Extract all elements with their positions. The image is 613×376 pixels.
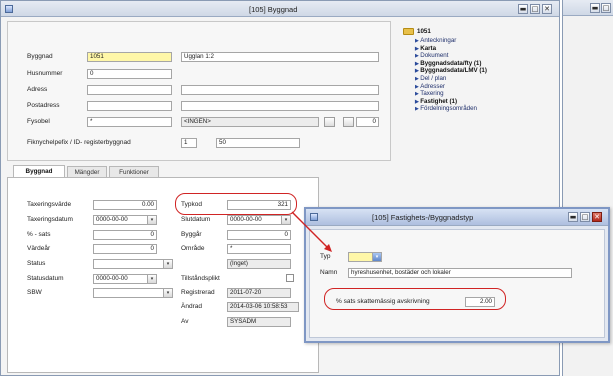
- main-titlebar[interactable]: [105] Byggnad ▬ □ ✕: [1, 1, 559, 17]
- adress-field[interactable]: [87, 85, 172, 95]
- tree-item-label: Karta: [420, 44, 437, 52]
- vardear-label: Värdeår: [27, 245, 51, 252]
- registrerad-label: Registrerad: [181, 289, 215, 296]
- fysobel-label: Fysobel: [27, 118, 50, 125]
- close-icon[interactable]: ✕: [542, 4, 552, 14]
- omrade-label: Område: [181, 245, 205, 252]
- andrad-label: Ändrad: [181, 303, 202, 310]
- slutdatum-value: 0000-00-00: [230, 216, 262, 223]
- typkod-highlight-oval: [175, 193, 297, 215]
- tree-item-label: Byggnadsdata/fty (1): [420, 59, 482, 67]
- fysobel-field[interactable]: *: [87, 117, 172, 127]
- statusdatum-label: Statusdatum: [27, 275, 64, 282]
- status-label: Status: [27, 260, 46, 267]
- minimize-icon[interactable]: ▬: [568, 212, 578, 222]
- adress-label: Adress: [27, 86, 48, 93]
- tree-item-label: Anteckningar: [420, 37, 457, 44]
- fiknr-id-field[interactable]: 50: [216, 138, 300, 148]
- tree-item-label: Byggnadsdata/LMV (1): [420, 67, 487, 75]
- byggnad-label: Byggnad: [27, 53, 53, 60]
- dialog-body: Typ ▾ Namn hyreshusenhet, bostäder och l…: [309, 229, 605, 338]
- maximize-icon[interactable]: □: [580, 212, 590, 222]
- fysobel-clear-button[interactable]: [343, 117, 354, 127]
- sbw-label: SBW: [27, 289, 42, 296]
- tree-item-label: Taxering: [420, 90, 444, 98]
- namn-field[interactable]: hyreshusenhet, bostäder och lokaler: [348, 268, 572, 278]
- vardear-field[interactable]: 0: [93, 244, 157, 254]
- maximize-icon[interactable]: □: [601, 3, 611, 13]
- statusdatum-value: 0000-00-00: [96, 275, 128, 282]
- taxeringsvarde-field[interactable]: 0.00: [93, 200, 157, 210]
- postadress-field-2[interactable]: [181, 101, 379, 111]
- fysobel-name-field: <INGEN>: [181, 117, 319, 127]
- fiknr-prefix-field[interactable]: 1: [181, 138, 197, 148]
- dialog-title: [105] Fastighets-/Byggnadstyp: [372, 213, 474, 222]
- omrade-name-field: (Inget): [227, 259, 291, 269]
- husnummer-label: Husnummer: [27, 70, 63, 77]
- av-label: Av: [181, 318, 189, 325]
- byggnadstyp-dialog: [105] Fastighets-/Byggnadstyp ▬ □ ✕ Typ …: [304, 207, 610, 343]
- sats-highlight-oval: [324, 288, 506, 310]
- tree-item-label: Adresser: [420, 82, 445, 90]
- status-select[interactable]: ▾: [93, 259, 173, 269]
- app-icon: [310, 213, 318, 221]
- slutdatum-picker[interactable]: 0000-00-00 ▾: [227, 215, 291, 225]
- sbw-select[interactable]: ▾: [93, 288, 173, 298]
- fysobel-lookup-button[interactable]: [324, 117, 335, 127]
- dropdown-arrow-icon[interactable]: ▾: [163, 289, 172, 297]
- app-icon: [5, 5, 13, 13]
- tree-item-label: Del / plan: [420, 75, 447, 82]
- procent-sats-label: % - sats: [27, 231, 51, 238]
- statusdatum-picker[interactable]: 0000-00-00 ▾: [93, 274, 157, 284]
- postadress-label: Postadress: [27, 102, 60, 109]
- tree-item[interactable]: ▶ Fördelningsområden: [415, 105, 477, 113]
- andrad-field: 2014-03-06 10:58:53: [227, 302, 299, 312]
- fiknr-label: Fiknychelpefix / ID- registerbyggnad: [27, 139, 131, 146]
- dropdown-arrow-icon[interactable]: ▾: [163, 260, 172, 268]
- tillandsplikt-label: Tillståndsplikt: [181, 275, 220, 282]
- tree-item-label: Fastighet (1): [420, 97, 458, 105]
- namn-label: Namn: [320, 269, 338, 276]
- dropdown-arrow-icon[interactable]: ▾: [281, 216, 290, 224]
- tree-item-label: Fördelningsområden: [420, 105, 477, 113]
- byggnad-code-field[interactable]: 1051: [87, 52, 172, 62]
- tree-item-label: Dokument: [420, 52, 449, 60]
- taxeringsdatum-picker[interactable]: 0000-00-00 ▾: [93, 215, 157, 225]
- tillandsplikt-checkbox[interactable]: [286, 274, 294, 282]
- byggar-label: Byggår: [181, 231, 202, 238]
- byggar-field[interactable]: 0: [227, 230, 291, 240]
- close-icon[interactable]: ✕: [592, 212, 602, 222]
- navigation-tree: 1051 ▶ Anteckningar ▶ Karta ▶ Dokument ▶ By…: [403, 25, 553, 155]
- adress-field-2[interactable]: [181, 85, 379, 95]
- dropdown-arrow-icon[interactable]: ▾: [372, 253, 381, 261]
- window-title: [105] Byggnad: [249, 5, 298, 14]
- secondary-titlebar[interactable]: ▬ □: [563, 0, 613, 16]
- typ-select[interactable]: ▾: [348, 252, 382, 262]
- slutdatum-label: Slutdatum: [181, 216, 211, 223]
- maximize-icon[interactable]: □: [530, 4, 540, 14]
- dropdown-arrow-icon[interactable]: ▾: [147, 216, 156, 224]
- dropdown-arrow-icon[interactable]: ▾: [147, 275, 156, 283]
- dialog-titlebar[interactable]: [105] Fastighets-/Byggnadstyp ▬ □ ✕: [306, 209, 608, 226]
- byggnad-name-field[interactable]: Ugglan 1:2: [181, 52, 379, 62]
- minimize-icon[interactable]: ▬: [518, 4, 528, 14]
- omrade-field[interactable]: *: [227, 244, 291, 254]
- taxeringsdatum-label: Taxeringsdatum: [27, 216, 73, 223]
- husnummer-field[interactable]: 0: [87, 69, 172, 79]
- procent-sats-field[interactable]: 0: [93, 230, 157, 240]
- typ-label: Typ: [320, 253, 331, 260]
- fysobel-number-field[interactable]: 0: [356, 117, 379, 127]
- taxeringsdatum-value: 0000-00-00: [96, 216, 128, 223]
- minimize-icon[interactable]: ▬: [590, 3, 600, 13]
- postadress-field[interactable]: [87, 101, 172, 111]
- tree-root[interactable]: 1051: [417, 28, 431, 35]
- av-field: SYSADM: [227, 317, 291, 327]
- taxeringsvarde-label: Taxeringsvärde: [27, 201, 72, 208]
- folder-icon: [403, 28, 414, 35]
- registrerad-field: 2011-07-20: [227, 288, 291, 298]
